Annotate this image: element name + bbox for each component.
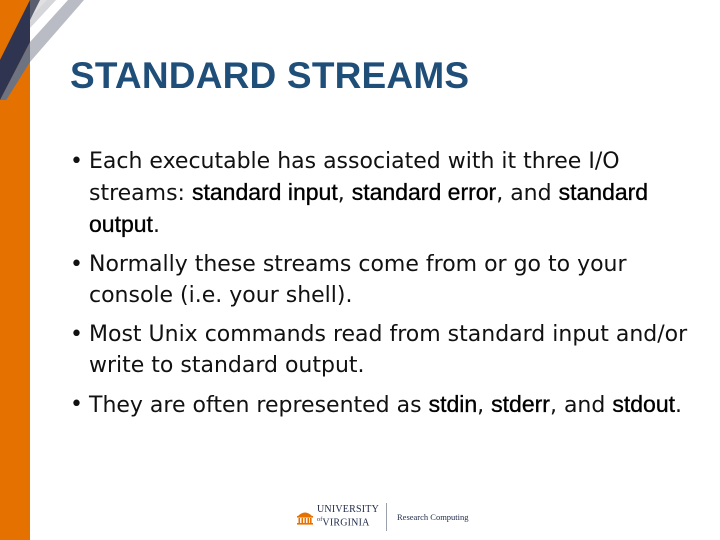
bullet-marker: • (70, 149, 83, 174)
bullet-item: • They are often represented as stdin, st… (70, 389, 690, 421)
bullet-text: Normally these streams come from or go t… (89, 252, 627, 308)
keyword-text: stderr (491, 391, 550, 417)
bullet-text: , (477, 393, 492, 418)
bullet-text: Most Unix commands read from standard in… (89, 322, 688, 378)
rotunda-icon (297, 512, 313, 525)
slide-title: STANDARD STREAMS (70, 55, 470, 96)
footer-unit-name: Research Computing (397, 512, 469, 522)
bullet-item: • Each executable has associated with it … (70, 146, 690, 241)
bullet-item: • Normally these streams come from or go … (70, 249, 690, 311)
bullet-text: . (675, 393, 682, 418)
bullet-marker: • (70, 392, 83, 417)
uva-wordmark-virginia: VIRGINIA (322, 517, 370, 529)
bullet-text: , and (496, 181, 559, 206)
footer-divider (386, 503, 387, 531)
uva-wordmark-line1: UNIVERSITY (317, 504, 379, 516)
bullet-item: • Most Unix commands read from standard i… (70, 319, 690, 381)
uva-logo: UNIVERSITY ofVIRGINIA (296, 505, 379, 528)
bullet-list: • Each executable has associated with it … (70, 146, 690, 429)
keyword-text: standard input (191, 179, 338, 205)
footer-logo-block: UNIVERSITY ofVIRGINIA Research Computing (296, 502, 469, 532)
keyword-text: stdout (612, 391, 675, 417)
keyword-text: stdin (428, 391, 478, 417)
keyword-text: standard error (351, 179, 497, 205)
bullet-text: , (337, 181, 352, 206)
bullet-text: , and (549, 393, 613, 418)
bullet-marker: • (70, 252, 83, 277)
uva-wordmark: UNIVERSITY ofVIRGINIA (317, 505, 379, 528)
bullet-text: . (152, 213, 160, 238)
bullet-marker: • (70, 322, 83, 347)
uva-wordmark-line2: ofVIRGINIA (317, 515, 379, 528)
bullet-text: They are often represented as (89, 393, 429, 418)
